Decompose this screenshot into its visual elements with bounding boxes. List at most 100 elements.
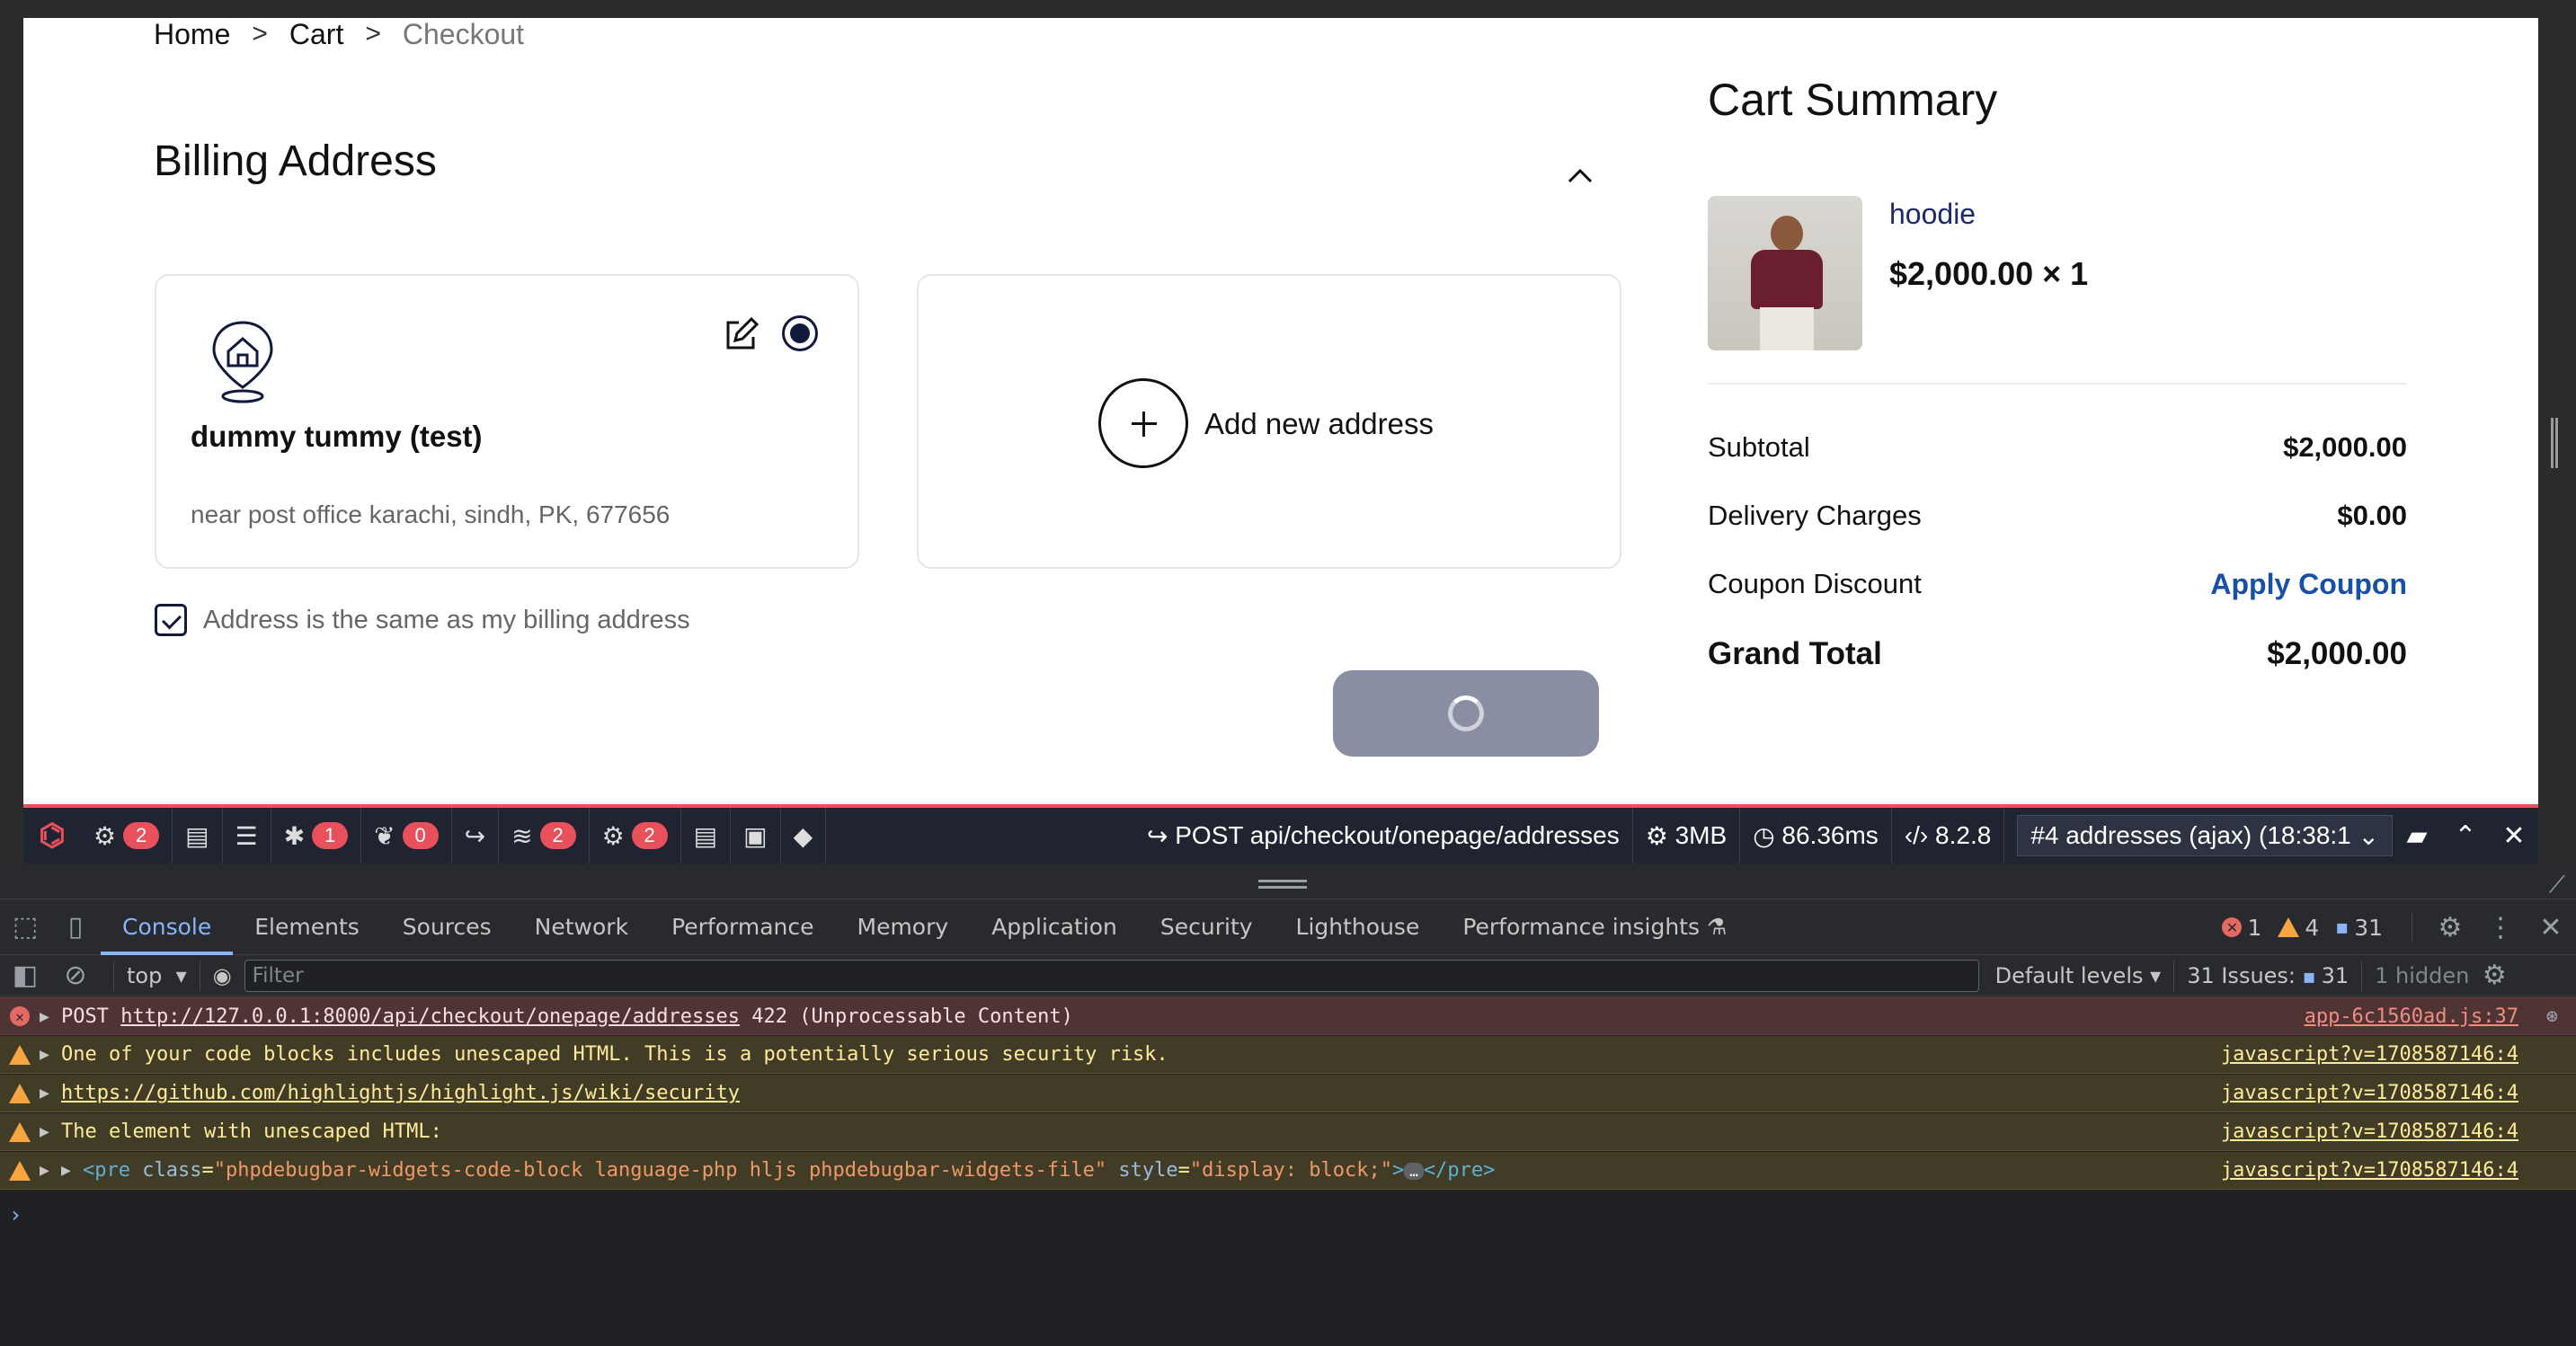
expand-caret-icon[interactable]: ▶ [40,1122,61,1141]
network-request-icon[interactable]: ⊛ [2546,1005,2558,1028]
console-filter-input[interactable]: Filter [244,959,1979,992]
debug-messages-tab[interactable]: ⚙ 2 [81,808,173,863]
breadcrumb-home[interactable]: Home [154,18,230,51]
coupon-label: Coupon Discount [1708,568,1922,599]
expand-caret-icon[interactable]: ▶ [40,1161,61,1180]
tab-security[interactable]: Security [1139,899,1275,955]
laravel-logo-icon[interactable]: ⌬ [23,808,81,863]
context-select[interactable]: top ▾ [127,963,187,988]
error-icon: ✕ [2222,917,2243,937]
address-radio-selected[interactable] [782,315,818,351]
close-icon[interactable]: ✕ [2490,808,2538,863]
console-row-warning[interactable]: ▶ The element with unescaped HTML: javas… [0,1113,2576,1151]
same-address-label: Address is the same as my billing addres… [203,605,690,634]
expand-node-icon[interactable]: ▶ [61,1161,83,1180]
edit-icon[interactable] [721,315,760,355]
tab-lighthouse[interactable]: Lighthouse [1275,899,1442,955]
gear-icon[interactable]: ⚙ [2425,899,2475,955]
console-prompt-icon[interactable]: › [9,1202,22,1227]
same-address-checkbox[interactable] [155,604,187,636]
product-price-qty: $2,000.00 × 1 [1889,255,2089,292]
source-link[interactable]: javascript?v=1708587146:4 [2221,1120,2518,1143]
cogs-icon: ⚙ [1645,821,1675,850]
issues-button[interactable]: 31 Issues: ▪ 31 [2187,963,2349,988]
debug-session-tab[interactable]: ▣ [731,808,781,863]
close-icon[interactable]: ✕ [2526,899,2576,955]
chevron-up-icon[interactable] [1562,162,1598,189]
tab-performance[interactable]: Performance [650,899,835,955]
breadcrumb-cart[interactable]: Cart [289,18,343,51]
error-count[interactable]: ✕ 1 [2222,915,2261,941]
debug-models-tab[interactable]: ⚙ 2 [590,808,681,863]
page-scrollbar-gutter [2538,18,2576,807]
warning-count[interactable]: 4 [2278,915,2319,941]
request-url-link[interactable]: http://127.0.0.1:8000/api/checkout/onepa… [120,1005,740,1028]
debug-tags-tab[interactable]: ◆ [781,808,827,863]
source-link[interactable]: app-6c1560ad.js:37 [2305,1005,2518,1028]
address-card[interactable]: dummy tummy (test) near post office kara… [155,274,859,569]
divider [1708,383,2407,385]
drag-handle-icon[interactable] [1258,880,1307,889]
same-address-row[interactable]: Address is the same as my billing addres… [155,604,690,636]
debug-exceptions-tab[interactable]: ✱ 1 [271,808,362,863]
proceed-button-loading[interactable] [1333,670,1599,757]
delivery-label: Delivery Charges [1708,500,1922,531]
security-wiki-link[interactable]: https://github.com/highlightjs/highlight… [61,1082,740,1104]
database-icon: ≋ [511,821,533,850]
devtools-resize-bar[interactable]: ⟋ [0,863,2576,899]
warning-icon [2278,917,2300,937]
debug-list-tab[interactable]: ☰ [223,808,271,863]
method-text: POST [61,1005,121,1028]
default-levels-select[interactable]: Default levels ▾ [1995,963,2162,988]
tag-close: </pre> [1423,1159,1496,1182]
debug-request-select[interactable]: #4 addresses (ajax) (18:38:1 ⌄ [2017,815,2393,856]
chevron-up-icon[interactable]: ⌃ [2441,808,2490,863]
scrollbar-grip[interactable] [2551,418,2558,468]
console-message: One of your code blocks includes unescap… [61,1043,1168,1066]
console-settings-icon[interactable]: ⚙ [2469,948,2519,1004]
product-name[interactable]: hoodie [1889,198,1976,231]
badge: 2 [631,822,668,849]
subtotal-value: $2,000.00 [2283,431,2407,463]
console-row-warning[interactable]: ▶ ▶ <pre class="phpdebugbar-widgets-code… [0,1152,2576,1190]
tab-elements[interactable]: Elements [233,899,381,955]
share-icon: ↪ [1146,821,1176,850]
grand-total-value: $2,000.00 [2267,636,2407,671]
console-row-error[interactable]: ✕ ▶ POST http://127.0.0.1:8000/api/check… [0,997,2576,1035]
expand-caret-icon[interactable]: ▶ [40,1045,61,1064]
debug-route-tab[interactable]: ↪ [452,808,500,863]
sidebar-toggle-icon[interactable]: ◧ [0,948,50,1004]
add-new-address-card[interactable]: Add new address [917,274,1621,569]
debug-request-tab[interactable]: ▤ [681,808,732,863]
levels-text: Default levels [1994,962,2144,988]
debug-queries-tab[interactable]: ≋ 2 [499,808,590,863]
eye-icon[interactable]: ◉ [213,963,232,988]
debug-timeline-tab[interactable]: ▤ [173,808,223,863]
tab-network[interactable]: Network [513,899,650,955]
attr-value: "display: block;" [1189,1159,1393,1182]
message-count[interactable]: ▪ 31 [2335,915,2383,941]
source-link[interactable]: javascript?v=1708587146:4 [2221,1043,2518,1066]
tab-console[interactable]: Console [101,899,234,955]
console-row-warning[interactable]: ▶ https://github.com/highlightjs/highlig… [0,1075,2576,1112]
inspect-element-icon[interactable]: ⬚ [0,899,50,955]
badge: 1 [312,822,349,849]
expand-caret-icon[interactable]: ▶ [40,1084,61,1102]
list-icon: ☰ [235,821,258,850]
expand-caret-icon[interactable]: ▶ [40,1007,61,1026]
source-link[interactable]: javascript?v=1708587146:4 [2221,1082,2518,1104]
device-toolbar-icon[interactable]: ▯ [50,899,101,955]
tab-memory[interactable]: Memory [836,899,971,955]
apply-coupon-link[interactable]: Apply Coupon [2210,568,2407,601]
ellipsis-icon[interactable]: … [1404,1163,1424,1180]
folder-open-icon[interactable]: ▰ [2393,808,2441,863]
clear-console-icon[interactable]: ⊘ [50,948,101,1004]
resize-corner-icon[interactable]: ⟋ [2549,871,2565,899]
debug-views-tab[interactable]: ❦ 0 [361,808,452,863]
console-row-warning[interactable]: ▶ One of your code blocks includes unesc… [0,1036,2576,1074]
html-element-node[interactable]: <pre class="phpdebugbar-widgets-code-blo… [83,1159,1495,1182]
source-link[interactable]: javascript?v=1708587146:4 [2221,1159,2518,1182]
tab-sources[interactable]: Sources [381,899,513,955]
tab-application[interactable]: Application [970,899,1139,955]
tab-performance-insights[interactable]: Performance insights ⚗ [1441,899,1748,955]
